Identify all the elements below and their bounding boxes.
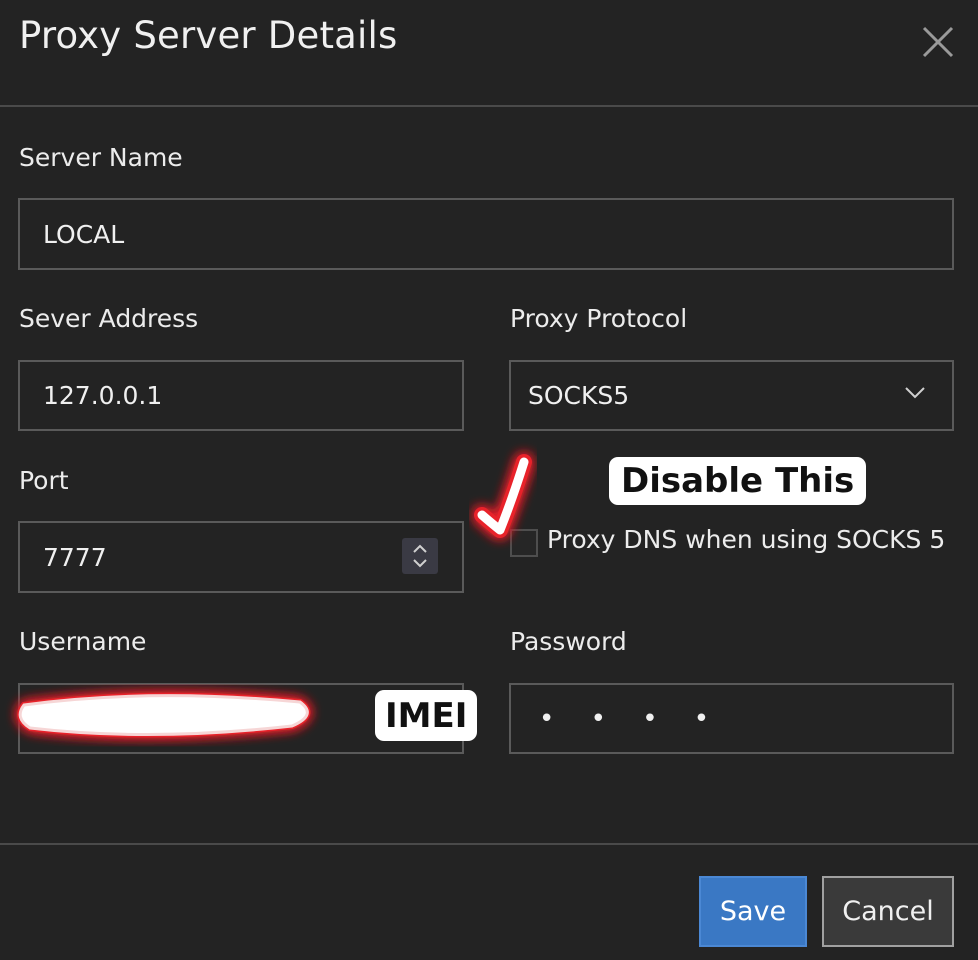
password-input[interactable]: • • • • [509,683,954,754]
server-name-input[interactable]: LOCAL [18,198,954,270]
header-divider [0,105,978,107]
proxy-server-dialog: Proxy Server Details Server Name LOCAL S… [0,0,978,960]
password-value: • • • • [539,703,724,734]
username-label: Username [19,627,147,656]
close-icon[interactable] [920,24,956,60]
server-address-input[interactable]: 127.0.0.1 [18,360,464,431]
proxy-protocol-label: Proxy Protocol [510,304,688,333]
password-label: Password [510,627,627,656]
port-label: Port [19,466,69,495]
server-name-label: Server Name [19,143,183,172]
disable-this-note: Disable This [609,457,867,505]
chevron-down-icon [905,387,925,399]
checkmark-icon [474,454,532,538]
footer-divider [0,843,978,845]
cancel-button[interactable]: Cancel [822,876,954,947]
dialog-title: Proxy Server Details [19,14,398,57]
server-address-value: 127.0.0.1 [43,381,163,410]
port-stepper[interactable] [402,538,438,574]
port-input[interactable]: 7777 [18,521,464,593]
imei-note: IMEI [375,690,478,741]
port-value: 7777 [43,542,107,572]
save-button[interactable]: Save [699,876,807,947]
proxy-protocol-select[interactable]: SOCKS5 [509,360,954,431]
server-address-label: Sever Address [19,304,199,333]
proxy-dns-checkbox[interactable] [510,529,538,557]
server-name-value: LOCAL [43,219,125,249]
proxy-dns-label: Proxy DNS when using SOCKS 5 [547,525,946,554]
proxy-protocol-value: SOCKS5 [528,381,630,410]
